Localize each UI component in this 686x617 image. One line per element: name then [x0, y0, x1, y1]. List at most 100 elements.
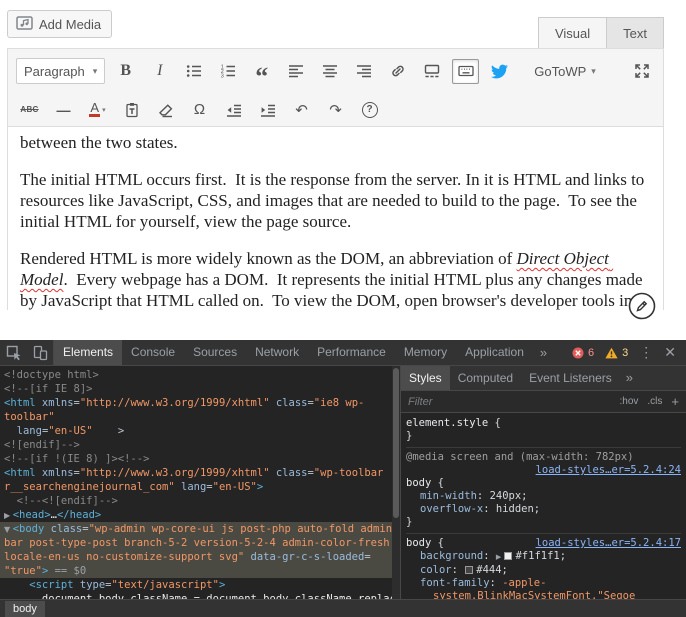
elements-scrollbar[interactable] [392, 366, 400, 599]
code-line[interactable]: lang="en-US" > [0, 424, 400, 438]
css-property[interactable]: font-family: -apple-system,BlinkMacSyste… [406, 577, 681, 599]
breadcrumb-body[interactable]: body [5, 600, 45, 617]
token-val: "http://www.w3.org/1999/xhtml" [79, 467, 270, 479]
insert-link-button[interactable] [384, 59, 411, 84]
elements-tree[interactable]: <!doctype html> <!--[if IE 8]> <html xmlns… [0, 366, 400, 599]
code-line[interactable]: ▶ <head>…</head> [0, 508, 400, 522]
code-line[interactable]: r__searchenginejournal_com" lang="en-US"… [0, 480, 400, 494]
stylesheet-source-link[interactable]: load-styles…er=5.2.4:17 [536, 537, 681, 550]
increase-indent-button[interactable] [254, 97, 281, 122]
cls-toggle[interactable]: .cls [647, 396, 662, 407]
bold-button[interactable]: B [112, 59, 139, 84]
twitter-share-icon [491, 64, 509, 78]
console-error-badge[interactable]: 6 [572, 347, 594, 359]
special-character-button[interactable]: Ω [186, 97, 213, 122]
more-tabs-icon[interactable]: » [533, 340, 554, 365]
code-line[interactable]: <!--<![endif]--> [0, 494, 400, 508]
decrease-indent-button[interactable] [220, 97, 247, 122]
devtools-tab-elements[interactable]: Elements [54, 340, 123, 365]
inspect-element-icon[interactable] [0, 340, 27, 365]
code-line[interactable]: toolbar" [0, 410, 400, 424]
code-line[interactable]: <!--[if !(IE 8) ]><!--> [0, 452, 400, 466]
gotowp-label: GoToWP [534, 63, 587, 79]
text-color-button[interactable]: A ▾ [84, 97, 111, 122]
code-line[interactable]: <html xmlns="http://www.w3.org/1999/xhtm… [0, 466, 400, 480]
selected-element-line[interactable]: locale-en-us no-customize-support svg" d… [0, 550, 400, 564]
editor-mode-tabs: Visual Text [537, 17, 664, 48]
token-val: r__searchenginejournal_com" [4, 481, 175, 493]
source-link-line: load-styles…er=5.2.4:24 [406, 464, 681, 477]
scrollbar-thumb[interactable] [393, 368, 399, 518]
read-more-button[interactable] [418, 59, 445, 84]
add-media-button[interactable]: Add Media [7, 10, 113, 38]
selected-element-line[interactable]: ▼ <body class="wp-admin wp-core-ui js po… [0, 522, 400, 536]
align-right-button[interactable] [350, 59, 377, 84]
devtools-menu-icon[interactable]: ⋮ [639, 344, 653, 361]
bold-glyph: B [120, 62, 132, 79]
align-left-icon [288, 65, 303, 78]
editor-frame: Paragraph ▾ B I 1 2 3 “ GoToWP ▾ ABC — A ▾ Ω ↶ ↷? b… [7, 48, 664, 320]
toolbar-toggle-button[interactable] [452, 58, 480, 84]
styles-tab-styles[interactable]: Styles [401, 366, 450, 390]
css-property[interactable]: overflow-x: hidden; [406, 503, 681, 516]
tab-text[interactable]: Text [606, 17, 664, 48]
devtools-tab-memory[interactable]: Memory [395, 340, 456, 365]
help-button[interactable]: ? [356, 97, 383, 122]
css-property[interactable]: color: #444; [406, 564, 681, 577]
selected-element-line[interactable]: bar post-type-post branch-5-2 version-5-… [0, 536, 400, 550]
property-value: #f1f1f1; [515, 550, 567, 562]
strikethrough-button[interactable]: ABC [16, 97, 43, 122]
twitter-share-button[interactable] [486, 59, 513, 84]
blockquote-button[interactable]: “ [248, 59, 275, 90]
style-rule[interactable]: load-styles…er=5.2.4:17 body {background:… [406, 536, 681, 599]
devtools-tab-network[interactable]: Network [246, 340, 308, 365]
devtools-tab-sources[interactable]: Sources [184, 340, 246, 365]
css-property[interactable]: min-width: 240px; [406, 490, 681, 503]
device-toolbar-icon[interactable] [27, 340, 54, 365]
editor-paragraph: Rendered HTML is more widely known as th… [20, 249, 643, 310]
code-line[interactable]: document.body.className = document.body.… [0, 592, 400, 599]
new-style-rule-button[interactable]: + [671, 394, 679, 409]
code-line[interactable]: <html xmlns="http://www.w3.org/1999/xhtm… [0, 396, 400, 410]
css-property[interactable]: background: ▶ #f1f1f1; [406, 550, 681, 564]
tab-visual[interactable]: Visual [537, 17, 608, 48]
paragraph-format-dropdown[interactable]: Paragraph ▾ [16, 58, 106, 84]
devtools-panel: Elements Console Sources Network Performance… [0, 340, 686, 617]
stylesheet-source-link[interactable]: load-styles…er=5.2.4:24 [536, 464, 681, 476]
code-line[interactable]: <!doctype html> [0, 368, 400, 382]
undo-button[interactable]: ↶ [288, 97, 315, 122]
color-swatch [504, 552, 513, 560]
style-rule[interactable]: @media screen and (max-width: 782px) load… [406, 450, 681, 534]
align-center-button[interactable] [316, 59, 343, 84]
clear-formatting-button[interactable] [152, 97, 179, 122]
italic-button[interactable]: I [146, 59, 173, 84]
styles-tab-event-listeners[interactable]: Event Listeners [521, 366, 620, 390]
gotowp-dropdown[interactable]: GoToWP ▾ [534, 64, 596, 79]
align-left-button[interactable] [282, 59, 309, 84]
code-line[interactable]: <script type="text/javascript"> [0, 578, 400, 592]
fullscreen-button[interactable] [628, 59, 655, 84]
devtools-tab-performance[interactable]: Performance [308, 340, 395, 365]
styles-tab-computed[interactable]: Computed [450, 366, 521, 390]
rule-close-brace: } [406, 430, 413, 442]
styles-filter-input[interactable] [408, 395, 611, 408]
paste-as-text-button[interactable] [118, 97, 145, 122]
help-glyph: ? [361, 101, 378, 118]
devtools-tab-application[interactable]: Application [456, 340, 533, 365]
more-sidebar-tabs-icon[interactable]: » [620, 366, 639, 390]
console-warning-badge[interactable]: 3 [605, 347, 628, 359]
redo-button[interactable]: ↷ [322, 97, 349, 122]
token-attr: lang [174, 481, 207, 493]
devtools-tab-console[interactable]: Console [122, 340, 184, 365]
token-val: "text/javascript" [111, 579, 219, 591]
hov-toggle[interactable]: :hov [620, 396, 639, 407]
numbered-list-button[interactable]: 123 [214, 59, 241, 84]
code-line[interactable]: <!--[if IE 8]> [0, 382, 400, 396]
selected-element-line[interactable]: "true"> == $0 [0, 564, 400, 578]
bulleted-list-button[interactable] [180, 59, 207, 84]
devtools-close-icon[interactable]: ✕ [664, 344, 676, 361]
style-rule[interactable]: element.style {} [406, 416, 681, 448]
horizontal-rule-button[interactable]: — [50, 97, 77, 122]
editor-content[interactable]: between the two states. The initial HTML… [8, 127, 663, 310]
code-line[interactable]: <![endif]--> [0, 438, 400, 452]
